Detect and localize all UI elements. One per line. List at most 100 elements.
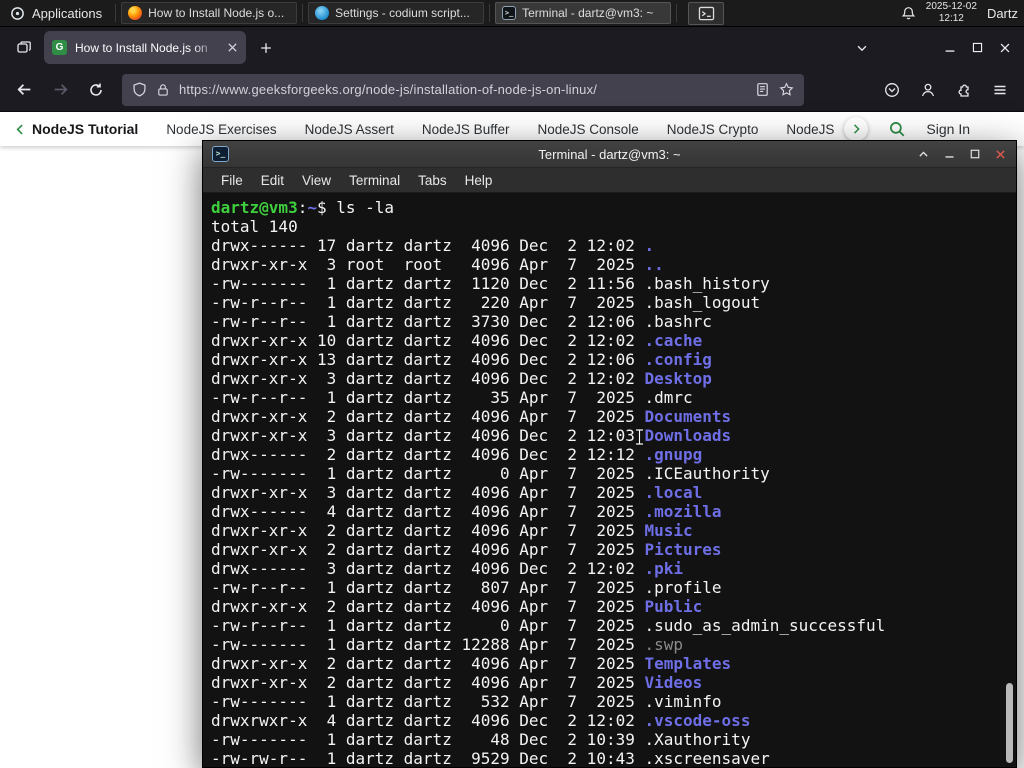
extensions-icon[interactable]	[948, 74, 980, 106]
forward-icon[interactable]	[44, 74, 76, 106]
file-meta: drwxr-xr-x 3 root root 4096 Apr 7 2025	[211, 255, 645, 274]
file-name: .vscode-oss	[644, 711, 751, 730]
terminal-menu-help[interactable]: Help	[456, 173, 502, 188]
terminal-scrollbar-thumb[interactable]	[1006, 683, 1013, 763]
chevron-right-icon[interactable]	[844, 117, 869, 141]
file-meta: -rw-r--r-- 1 dartz dartz 35 Apr 7 2025	[211, 388, 645, 407]
terminal-output-line: drwxr-xr-x 2 dartz dartz 4096 Apr 7 2025…	[211, 597, 1008, 616]
terminal-output-line: drwxr-xr-x 10 dartz dartz 4096 Dec 2 12:…	[211, 331, 1008, 350]
close-window-icon[interactable]	[998, 41, 1012, 55]
file-meta: drwxr-xr-x 2 dartz dartz 4096 Apr 7 2025	[211, 407, 645, 426]
file-meta: drwxr-xr-x 10 dartz dartz 4096 Dec 2 12:…	[211, 331, 645, 350]
terminal-titlebar[interactable]: Terminal - dartz@vm3: ~	[203, 141, 1016, 168]
url-text: https://www.geeksforgeeks.org/node-js/in…	[179, 82, 598, 97]
clock[interactable]: 2025-12-02 12:12	[926, 1, 977, 25]
browser-tab[interactable]: G How to Install Node.js on	[44, 31, 246, 64]
terminal-systray-icon	[698, 6, 715, 21]
site-nav-item[interactable]: NodeJS Exercises	[166, 122, 276, 137]
site-nav-item[interactable]: NodeJS Crypto	[667, 122, 759, 137]
reload-icon[interactable]	[80, 74, 112, 106]
file-meta: drwx------ 2 dartz dartz 4096 Dec 2 12:1…	[211, 445, 645, 464]
tab-close-icon[interactable]	[227, 42, 238, 53]
terminal-output-line: drwxr-xr-x 2 dartz dartz 4096 Apr 7 2025…	[211, 654, 1008, 673]
terminal-output[interactable]: dartz@vm3:~$ ls -la total 140 drwx------…	[203, 193, 1016, 767]
terminal-maximize-icon[interactable]	[969, 148, 981, 160]
taskbar-window-codium[interactable]: Settings - codium script...	[308, 2, 485, 24]
file-meta: drwxr-xr-x 2 dartz dartz 4096 Apr 7 2025	[211, 673, 645, 692]
taskbar-window-firefox[interactable]: How to Install Node.js o...	[121, 2, 298, 24]
back-icon[interactable]	[8, 74, 40, 106]
separator	[115, 4, 117, 22]
file-meta: drwxrwxr-x 4 dartz dartz 4096 Dec 2 12:0…	[211, 711, 645, 730]
firefox-view-icon[interactable]	[10, 34, 38, 62]
search-icon[interactable]	[888, 120, 906, 138]
file-meta: drwx------ 17 dartz dartz 4096 Dec 2 12:…	[211, 236, 645, 255]
prompt-symbol: $	[316, 198, 337, 217]
taskbar-status-area: 2025-12-02 12:12 Dartz	[901, 1, 1024, 25]
file-name: .profile	[644, 578, 722, 597]
pocket-icon[interactable]	[876, 74, 908, 106]
user-menu[interactable]: Dartz	[987, 6, 1020, 21]
terminal-menu-edit[interactable]: Edit	[252, 173, 293, 188]
file-meta: drwxr-xr-x 2 dartz dartz 4096 Apr 7 2025	[211, 521, 645, 540]
menu-hamburger-icon[interactable]	[984, 74, 1016, 106]
file-meta: -rw-rw-r-- 1 dartz dartz 9529 Dec 2 10:4…	[211, 749, 645, 767]
list-tabs-chevron-icon[interactable]	[855, 41, 869, 55]
url-bar[interactable]: https://www.geeksforgeeks.org/node-js/in…	[122, 73, 804, 106]
bookmark-star-icon[interactable]	[779, 82, 794, 97]
taskbar: Applications How to Install Node.js o...…	[0, 0, 1024, 27]
lock-icon[interactable]	[156, 83, 170, 97]
file-name: .swp	[644, 635, 684, 654]
terminal-output-line: drwxr-xr-x 2 dartz dartz 4096 Apr 7 2025…	[211, 540, 1008, 559]
site-nav-item[interactable]: NodeJS Console	[537, 122, 638, 137]
shade-up-icon[interactable]	[917, 148, 930, 161]
terminal-prompt-line: dartz@vm3:~$ ls -la	[211, 198, 1008, 217]
terminal-menu-tabs[interactable]: Tabs	[409, 173, 456, 188]
applications-menu-button[interactable]: Applications	[0, 0, 112, 26]
terminal-window-controls	[917, 148, 1007, 161]
account-icon[interactable]	[912, 74, 944, 106]
terminal-menu-file[interactable]: File	[212, 173, 252, 188]
file-name: .cache	[644, 331, 703, 350]
applications-label: Applications	[32, 5, 103, 21]
file-name: .dmrc	[644, 388, 693, 407]
sign-in-button[interactable]: Sign In	[926, 121, 1010, 137]
applications-icon	[10, 6, 25, 21]
maximize-icon[interactable]	[971, 41, 984, 54]
clock-time: 12:12	[938, 13, 964, 24]
site-nav-item[interactable]: NodeJS DNS	[786, 122, 838, 137]
terminal-output-line: drwxr-xr-x 3 root root 4096 Apr 7 2025 .…	[211, 255, 1008, 274]
terminal-minimize-icon[interactable]	[943, 148, 956, 161]
file-name: .local	[644, 483, 703, 502]
terminal-output-line: drwx------ 2 dartz dartz 4096 Dec 2 12:1…	[211, 445, 1008, 464]
taskbar-window-title: Settings - codium script...	[335, 6, 470, 20]
terminal-scrollbar[interactable]	[1005, 193, 1014, 767]
terminal-menu-view[interactable]: View	[293, 173, 340, 188]
new-tab-icon[interactable]	[252, 34, 280, 62]
terminal-output-line: drwx------ 4 dartz dartz 4096 Apr 7 2025…	[211, 502, 1008, 521]
terminal-menu-terminal[interactable]: Terminal	[340, 173, 409, 188]
file-name: .bash_logout	[644, 293, 761, 312]
file-name: .Xauthority	[644, 730, 751, 749]
file-meta: drwxr-xr-x 13 dartz dartz 4096 Dec 2 12:…	[211, 350, 645, 369]
file-name: .pki	[644, 559, 684, 578]
minimize-icon[interactable]	[943, 41, 957, 55]
site-nav-item[interactable]: NodeJS Buffer	[422, 122, 510, 137]
file-name: .config	[644, 350, 712, 369]
terminal-output-line: -rw------- 1 dartz dartz 48 Dec 2 10:39 …	[211, 730, 1008, 749]
terminal-close-icon[interactable]	[994, 148, 1007, 161]
terminal-output-line: drwxr-xr-x 2 dartz dartz 4096 Apr 7 2025…	[211, 407, 1008, 426]
taskbar-window-terminal[interactable]: Terminal - dartz@vm3: ~	[495, 2, 672, 24]
file-name: ..	[644, 255, 664, 274]
site-nav-item[interactable]: NodeJS Assert	[305, 122, 394, 137]
separator	[676, 4, 678, 22]
site-nav-back-item[interactable]: NodeJS Tutorial	[14, 121, 138, 137]
tab-title: How to Install Node.js on	[75, 39, 219, 56]
terminal-listing: drwx------ 17 dartz dartz 4096 Dec 2 12:…	[211, 236, 1008, 767]
tracking-shield-icon[interactable]	[132, 82, 147, 97]
systray[interactable]	[688, 1, 725, 25]
file-meta: -rw-r--r-- 1 dartz dartz 3730 Dec 2 12:0…	[211, 312, 645, 331]
reader-mode-icon[interactable]	[755, 82, 770, 97]
notifications-bell-icon[interactable]	[901, 6, 916, 21]
file-name: .viminfo	[644, 692, 722, 711]
